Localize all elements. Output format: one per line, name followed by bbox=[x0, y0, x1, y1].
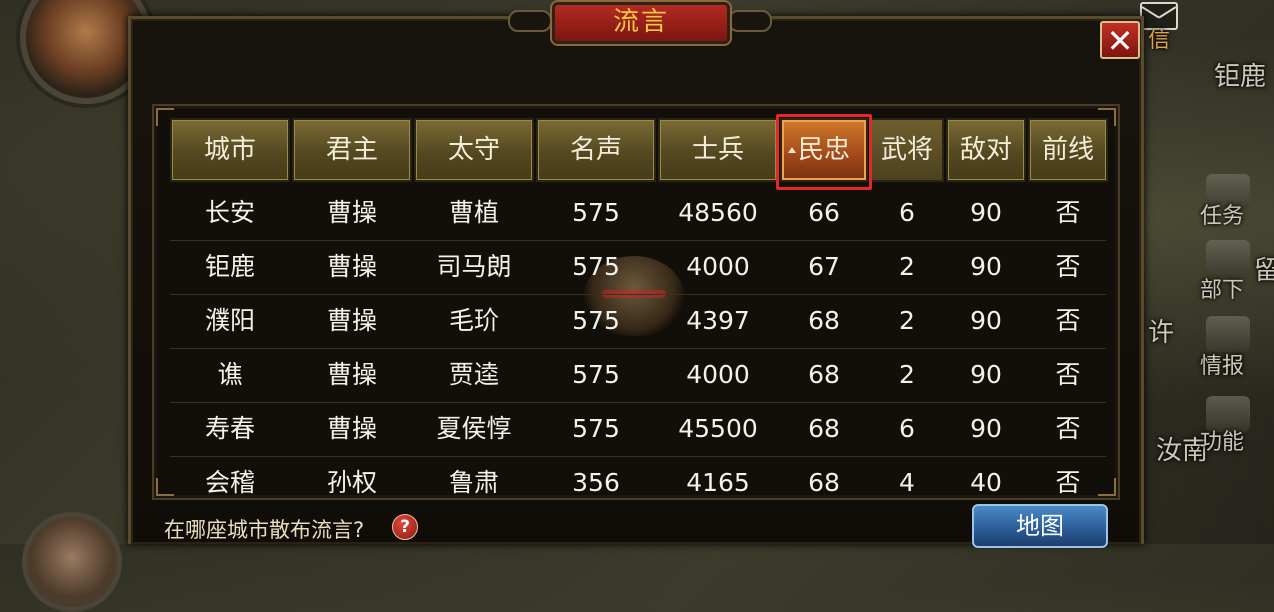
side-menu-subordinates[interactable]: 部下 bbox=[1200, 272, 1244, 304]
sort-highlight bbox=[776, 114, 872, 190]
city-table: 城市 君主 太守 名声 士兵 民忠 武将 敌对 前线 长安 曹操 曹植 575 4856… bbox=[152, 104, 1120, 500]
map-button[interactable]: 地图 bbox=[972, 504, 1108, 548]
table-cell: 长安 bbox=[204, 198, 255, 227]
table-cell: 否 bbox=[1055, 198, 1081, 227]
column-header-hostility[interactable]: 敌对 bbox=[946, 118, 1026, 182]
table-cell: 否 bbox=[1055, 360, 1081, 389]
column-header-governor[interactable]: 太守 bbox=[414, 118, 534, 182]
table-row[interactable]: 濮阳 曹操 毛玠 575 4397 68 2 90 否 bbox=[170, 294, 1106, 349]
table-row[interactable]: 钜鹿 曹操 司马朗 575 4000 67 2 90 否 bbox=[170, 240, 1106, 295]
table-cell: 濮阳 bbox=[204, 306, 255, 335]
table-cell: 68 bbox=[808, 306, 840, 335]
table-cell: 66 bbox=[808, 198, 840, 227]
table-cell: 否 bbox=[1055, 414, 1081, 443]
table-cell: 68 bbox=[808, 360, 840, 389]
table-cell: 4000 bbox=[686, 252, 750, 281]
table-cell: 68 bbox=[808, 468, 840, 497]
column-header-lord[interactable]: 君主 bbox=[292, 118, 412, 182]
table-cell: 2 bbox=[899, 306, 915, 335]
table-cell: 4165 bbox=[686, 468, 750, 497]
table-cell: 67 bbox=[808, 252, 840, 281]
table-cell: 曹植 bbox=[448, 198, 499, 227]
column-header-city[interactable]: 城市 bbox=[170, 118, 290, 182]
table-cell: 曹操 bbox=[326, 414, 377, 443]
table-cell: 356 bbox=[572, 468, 620, 497]
close-button[interactable]: ✕ bbox=[1100, 21, 1140, 59]
table-cell: 谯 bbox=[217, 360, 243, 389]
subordinates-icon[interactable] bbox=[1206, 240, 1250, 276]
table-row[interactable]: 寿春 曹操 夏侯惇 575 45500 68 6 90 否 bbox=[170, 402, 1106, 457]
map-partial-label: 信 bbox=[1148, 28, 1171, 53]
rumor-prompt: 在哪座城市散布流言? bbox=[164, 518, 365, 542]
table-cell: 575 bbox=[572, 306, 620, 335]
table-cell: 90 bbox=[970, 252, 1002, 281]
close-icon: ✕ bbox=[1106, 22, 1134, 60]
table-cell: 575 bbox=[572, 414, 620, 443]
table-cell: 会稽 bbox=[204, 468, 255, 497]
table-cell: 575 bbox=[572, 252, 620, 281]
table-cell: 90 bbox=[970, 414, 1002, 443]
intel-icon[interactable] bbox=[1206, 316, 1250, 352]
table-cell: 6 bbox=[899, 414, 915, 443]
table-cell: 575 bbox=[572, 360, 620, 389]
column-header-label: 名声 bbox=[569, 135, 622, 165]
table-cell: 45500 bbox=[678, 414, 758, 443]
table-cell: 90 bbox=[970, 306, 1002, 335]
map-city-julu[interactable]: 钜鹿 bbox=[1214, 56, 1266, 93]
map-city-liu[interactable]: 留 bbox=[1254, 250, 1274, 287]
table-row[interactable]: 谯 曹操 贾逵 575 4000 68 2 90 否 bbox=[170, 348, 1106, 403]
column-header-fame[interactable]: 名声 bbox=[536, 118, 656, 182]
side-menu-quest[interactable]: 任务 bbox=[1200, 198, 1244, 230]
table-cell: 4397 bbox=[686, 306, 750, 335]
side-menu-intel[interactable]: 情报 bbox=[1200, 348, 1244, 380]
table-cell: 48560 bbox=[678, 198, 758, 227]
table-cell: 2 bbox=[899, 360, 915, 389]
title-ornament-left bbox=[508, 10, 552, 32]
general-avatar[interactable] bbox=[22, 512, 122, 612]
column-header-generals[interactable]: 武将 bbox=[870, 118, 944, 182]
table-cell: 司马朗 bbox=[436, 252, 512, 281]
table-cell: 毛玠 bbox=[448, 306, 499, 335]
table-cell: 2 bbox=[899, 252, 915, 281]
table-cell: 曹操 bbox=[326, 198, 377, 227]
table-cell: 曹操 bbox=[326, 360, 377, 389]
title-ornament-right bbox=[728, 10, 772, 32]
table-cell: 40 bbox=[970, 468, 1002, 497]
column-header-label: 君主 bbox=[325, 135, 378, 165]
table-cell: 钜鹿 bbox=[204, 252, 255, 281]
column-header-label: 武将 bbox=[880, 135, 933, 165]
table-cell: 4 bbox=[899, 468, 915, 497]
help-icon[interactable]: ? bbox=[392, 514, 418, 540]
table-row[interactable]: 会稽 孙权 鲁肃 356 4165 68 4 40 否 bbox=[170, 456, 1106, 498]
table-cell: 孙权 bbox=[326, 468, 377, 497]
side-menu-functions[interactable]: 功能 bbox=[1200, 424, 1244, 456]
column-header-label: 敌对 bbox=[959, 135, 1012, 165]
table-cell: 否 bbox=[1055, 468, 1081, 497]
table-cell: 贾逵 bbox=[448, 360, 499, 389]
table-cell: 6 bbox=[899, 198, 915, 227]
table-cell: 90 bbox=[970, 360, 1002, 389]
table-cell: 90 bbox=[970, 198, 1002, 227]
dialog-title: 流言 bbox=[552, 2, 730, 44]
table-cell: 鲁肃 bbox=[448, 468, 499, 497]
table-cell: 夏侯惇 bbox=[436, 414, 512, 443]
column-header-label: 前线 bbox=[1041, 135, 1094, 165]
table-row[interactable]: 长安 曹操 曹植 575 48560 66 6 90 否 bbox=[170, 186, 1106, 241]
table-cell: 曹操 bbox=[326, 306, 377, 335]
table-cell: 575 bbox=[572, 198, 620, 227]
column-header-label: 士兵 bbox=[691, 135, 744, 165]
column-header-label: 太守 bbox=[447, 135, 500, 165]
table-cell: 曹操 bbox=[326, 252, 377, 281]
table-cell: 否 bbox=[1055, 306, 1081, 335]
table-cell: 4000 bbox=[686, 360, 750, 389]
column-header-soldiers[interactable]: 士兵 bbox=[658, 118, 778, 182]
column-header-frontline[interactable]: 前线 bbox=[1028, 118, 1108, 182]
column-header-label: 城市 bbox=[203, 135, 256, 165]
table-cell: 寿春 bbox=[204, 414, 255, 443]
map-city-xu[interactable]: 许 bbox=[1148, 312, 1174, 349]
table-cell: 68 bbox=[808, 414, 840, 443]
table-cell: 否 bbox=[1055, 252, 1081, 281]
